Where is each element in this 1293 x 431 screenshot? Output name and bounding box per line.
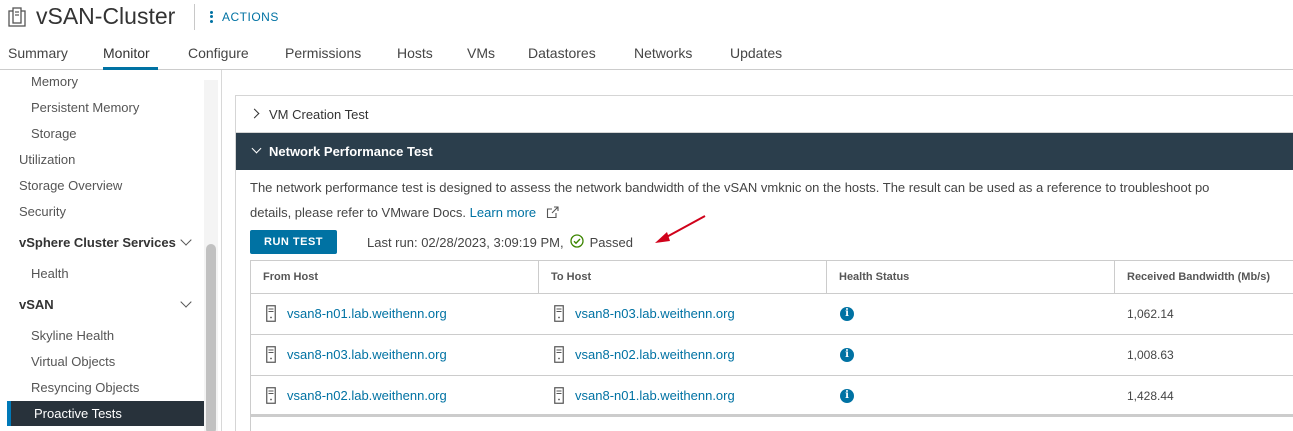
column-header-to-host[interactable]: To Host: [551, 271, 591, 283]
tab-bar: Summary Monitor Configure Permissions Ho…: [0, 34, 1293, 70]
to-host-link[interactable]: vsan8-n03.lab.weithenn.org: [575, 306, 735, 321]
network-performance-test-row[interactable]: Network Performance Test: [236, 133, 1293, 170]
page-header: vSAN-Cluster ACTIONS: [0, 0, 1293, 34]
received-bandwidth-value: 1,062.14: [1127, 307, 1174, 321]
sidebar-item-virtual-objects[interactable]: Virtual Objects: [31, 354, 115, 369]
sidebar-item-persistent-memory[interactable]: Persistent Memory: [31, 100, 139, 115]
from-host-link[interactable]: vsan8-n02.lab.weithenn.org: [287, 388, 447, 403]
last-run-text: Last run: 02/28/2023, 3:09:19 PM,: [367, 235, 564, 250]
sidebar-item-health[interactable]: Health: [31, 266, 69, 281]
sidebar-item-proactive-tests[interactable]: Proactive Tests: [7, 401, 204, 426]
info-icon[interactable]: i: [840, 389, 854, 403]
vm-creation-test-label: VM Creation Test: [269, 107, 369, 122]
chevron-right-icon: [249, 108, 260, 119]
from-host-link[interactable]: vsan8-n01.lab.weithenn.org: [287, 306, 447, 321]
from-host-link[interactable]: vsan8-n03.lab.weithenn.org: [287, 347, 447, 362]
tab-datastores[interactable]: Datastores: [528, 45, 596, 61]
to-host-link[interactable]: vsan8-n02.lab.weithenn.org: [575, 347, 735, 362]
sidebar-item-resyncing-objects[interactable]: Resyncing Objects: [31, 380, 139, 395]
sidebar-section-vsphere-cluster-services[interactable]: vSphere Cluster Services: [19, 235, 176, 250]
server-icon: [266, 387, 276, 409]
network-performance-test-label: Network Performance Test: [269, 144, 433, 159]
test-description-line2: details, please refer to VMware Docs. Le…: [250, 205, 559, 222]
vertical-dots-icon: [210, 9, 213, 24]
column-header-received-bandwidth[interactable]: Received Bandwidth (Mb/s): [1127, 271, 1270, 283]
description-text: details, please refer to VMware Docs.: [250, 205, 467, 220]
actions-menu-button[interactable]: ACTIONS: [210, 9, 279, 24]
sidebar-item-skyline-health[interactable]: Skyline Health: [31, 328, 114, 343]
column-divider[interactable]: [1114, 261, 1115, 294]
tab-updates[interactable]: Updates: [730, 45, 782, 61]
sidebar-item-utilization[interactable]: Utilization: [19, 152, 75, 167]
status-passed: Passed: [589, 235, 633, 250]
tab-permissions[interactable]: Permissions: [285, 45, 361, 61]
info-icon[interactable]: i: [840, 307, 854, 321]
table-header: From Host To Host Health Status Received…: [251, 261, 1293, 294]
server-icon: [554, 346, 564, 368]
server-icon: [266, 305, 276, 327]
chevron-down-icon: [251, 143, 262, 154]
table-row: vsan8-n03.lab.weithenn.org vsan8-n02.lab…: [251, 335, 1293, 376]
column-header-health-status[interactable]: Health Status: [839, 271, 909, 283]
sidebar: Memory Persistent Memory Storage Utiliza…: [0, 70, 222, 431]
sidebar-item-security[interactable]: Security: [19, 204, 66, 219]
external-link-icon[interactable]: [546, 206, 559, 222]
sidebar-item-storage[interactable]: Storage: [31, 126, 77, 141]
column-header-from-host[interactable]: From Host: [263, 271, 318, 283]
tab-monitor[interactable]: Monitor: [103, 45, 150, 61]
table-row: vsan8-n02.lab.weithenn.org vsan8-n01.lab…: [251, 376, 1293, 417]
actions-label: ACTIONS: [222, 9, 279, 24]
check-circle-icon: [569, 234, 584, 251]
to-host-link[interactable]: vsan8-n01.lab.weithenn.org: [575, 388, 735, 403]
tab-configure[interactable]: Configure: [188, 45, 249, 61]
title-divider: [194, 4, 195, 30]
server-icon: [266, 346, 276, 368]
tab-vms[interactable]: VMs: [467, 45, 495, 61]
column-divider[interactable]: [826, 261, 827, 294]
last-run-status: Last run: 02/28/2023, 3:09:19 PM, Passed: [367, 234, 633, 251]
server-icon: [554, 305, 564, 327]
sidebar-item-memory[interactable]: Memory: [31, 74, 78, 89]
received-bandwidth-value: 1,008.63: [1127, 348, 1174, 362]
tab-summary[interactable]: Summary: [8, 45, 68, 61]
tab-networks[interactable]: Networks: [634, 45, 692, 61]
info-icon[interactable]: i: [840, 348, 854, 362]
sidebar-scrollbar-thumb[interactable]: [206, 244, 216, 431]
sidebar-item-storage-overview[interactable]: Storage Overview: [19, 178, 122, 193]
learn-more-link[interactable]: Learn more: [470, 205, 536, 220]
cluster-icon: [8, 7, 26, 27]
server-icon: [554, 387, 564, 409]
page-title: vSAN-Cluster: [36, 3, 176, 29]
received-bandwidth-value: 1,428.44: [1127, 389, 1174, 403]
chevron-down-icon[interactable]: [180, 296, 192, 308]
tab-hosts[interactable]: Hosts: [397, 45, 433, 61]
column-divider[interactable]: [538, 261, 539, 294]
sidebar-section-vsan[interactable]: vSAN: [19, 297, 54, 312]
test-description-line1: The network performance test is designed…: [250, 180, 1210, 195]
vm-creation-test-row[interactable]: VM Creation Test: [236, 96, 1293, 133]
annotation-arrow-icon: [651, 212, 709, 251]
chevron-down-icon[interactable]: [180, 234, 192, 246]
results-table: From Host To Host Health Status Received…: [250, 260, 1293, 431]
run-test-button[interactable]: RUN TEST: [250, 230, 337, 254]
proactive-tests-panel: VM Creation Test Network Performance Tes…: [235, 95, 1293, 431]
table-row: vsan8-n01.lab.weithenn.org vsan8-n03.lab…: [251, 294, 1293, 335]
